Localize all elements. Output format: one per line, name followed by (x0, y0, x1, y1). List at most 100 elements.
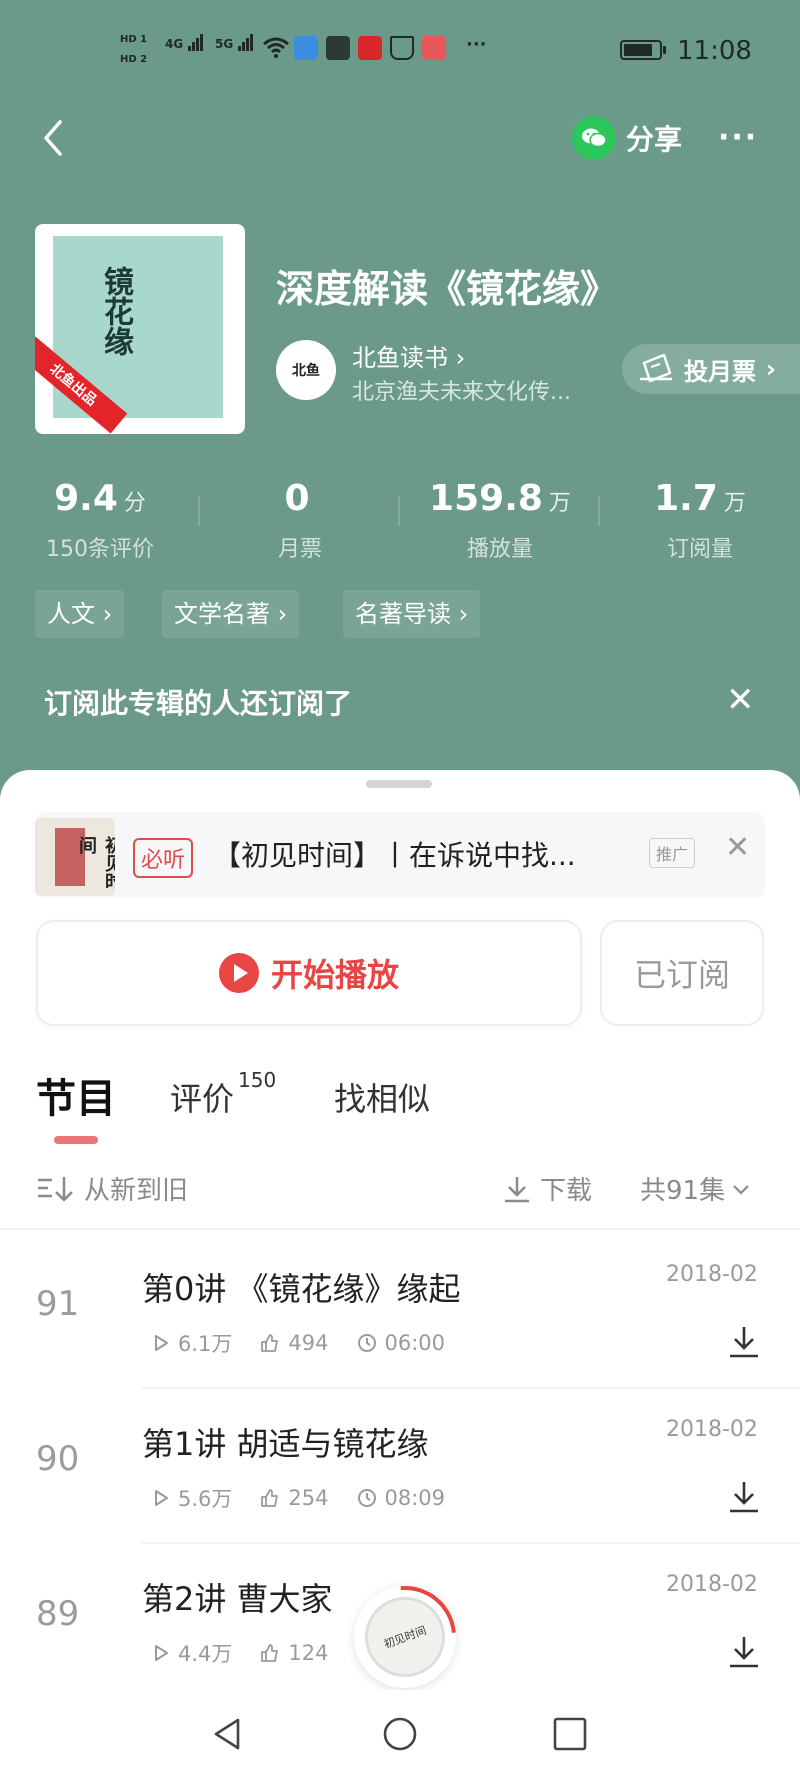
download-icon[interactable] (726, 1324, 762, 1360)
tag-classics-guide[interactable]: 名著导读 › (343, 590, 481, 638)
like-icon (261, 1334, 279, 1352)
clock-icon (357, 1489, 376, 1507)
chevron-down-icon (733, 1184, 749, 1195)
app-notify-icon (326, 36, 350, 60)
must-listen-badge: 必听 (133, 838, 194, 878)
sort-button[interactable]: 从新到旧 (36, 1170, 188, 1207)
close-icon[interactable]: ✕ (726, 680, 755, 720)
vote-ticket-icon (640, 353, 672, 383)
cover-title: 镜花缘 (98, 266, 133, 356)
stat-plays: 159.8 万 播放量 (429, 478, 571, 562)
sort-icon (38, 1176, 73, 1202)
content-tabs: 节目 评价 150 找相似 (36, 1066, 736, 1146)
promo-thumbnail: 初见时间 (35, 818, 115, 896)
episode-index: 91 (36, 1284, 80, 1324)
stat-monthly-ticket[interactable]: 0 月票 (200, 478, 400, 563)
play-count-icon (155, 1335, 168, 1351)
download-icon (505, 1176, 529, 1202)
app-notify-icon (422, 36, 446, 60)
play-count: 4.4万 (152, 1638, 232, 1668)
episode-date: 2018-02 (666, 1262, 758, 1287)
episode-row[interactable]: 90 第1讲 胡适与镜花缘 2018-02 5.6万 254 08:09 (0, 1387, 800, 1542)
hd-indicator: HD 1 HD 2 (120, 34, 148, 65)
like-count: 494 (260, 1328, 329, 1358)
like-count: 254 (260, 1483, 329, 1513)
promo-banner[interactable]: 初见时间 必听 【初见时间】丨在诉说中找... 推广 ✕ (35, 812, 765, 898)
nav-home-icon[interactable] (380, 1714, 420, 1754)
active-tab-indicator (54, 1136, 98, 1144)
episode-meta: 4.4万 124 (152, 1638, 329, 1668)
system-navigation-bar (0, 1690, 800, 1778)
download-icon[interactable] (726, 1479, 762, 1515)
episode-count-selector[interactable]: 共91集 (640, 1170, 751, 1207)
play-count-icon (155, 1490, 168, 1506)
floating-mini-player[interactable]: 初见时间 (333, 1565, 477, 1709)
episode-row[interactable]: 91 第0讲 《镜花缘》缘起 2018-02 6.1万 494 06:00 (0, 1232, 800, 1387)
cart-icon (390, 36, 414, 60)
signal-5g-icon: 5G (215, 34, 254, 51)
stat-rating[interactable]: 9.4 分 150条评价 (0, 478, 200, 563)
wifi-icon (263, 37, 289, 58)
album-title: 深度解读《镜花缘》 (276, 267, 619, 311)
divider (0, 1228, 800, 1230)
more-notifications-icon: ··· (466, 34, 487, 55)
back-icon[interactable] (38, 118, 68, 158)
review-count: 150 (238, 1068, 277, 1092)
album-header: HD 1 HD 2 4G 5G ··· 11:08 分享 ··· 镜花缘 北鱼出… (0, 0, 800, 800)
episode-index: 89 (36, 1594, 80, 1634)
duration: 08:09 (357, 1483, 445, 1513)
play-count: 5.6万 (152, 1483, 232, 1513)
vote-monthly-ticket-button[interactable]: 投月票 › (622, 344, 800, 394)
subscribed-button[interactable]: 已订阅 (600, 920, 764, 1026)
author-avatar[interactable]: 北鱼 (276, 340, 336, 400)
like-icon (261, 1644, 279, 1662)
more-icon[interactable]: ··· (718, 120, 758, 155)
battery-icon (620, 40, 666, 60)
recommendation-title: 订阅此专辑的人还订阅了 (44, 687, 353, 720)
episode-toolbar: 从新到旧 下载 共91集 (36, 1170, 764, 1210)
promoted-label: 推广 (649, 838, 696, 868)
episode-title: 第2讲 曹大家 (142, 1580, 333, 1618)
start-play-button[interactable]: 开始播放 (36, 920, 582, 1026)
clock-icon (357, 1334, 376, 1352)
download-icon[interactable] (726, 1634, 762, 1670)
notification-app-icons (294, 36, 446, 60)
clock-time: 11:08 (677, 36, 752, 66)
tab-reviews[interactable]: 评价 150 (170, 1068, 276, 1120)
nav-back-icon[interactable] (208, 1714, 248, 1754)
tab-find-similar[interactable]: 找相似 (334, 1074, 430, 1120)
episode-meta: 6.1万 494 06:00 (152, 1328, 445, 1358)
app-notify-icon (358, 36, 382, 60)
author-avatar-text: 北鱼 (292, 363, 320, 379)
author-chevron-icon: › (455, 344, 466, 372)
signal-4g-icon: 4G (165, 34, 204, 51)
episode-index: 90 (36, 1439, 80, 1479)
play-icon (218, 953, 259, 993)
nav-recent-icon[interactable] (550, 1714, 590, 1754)
episode-title: 第1讲 胡适与镜花缘 (142, 1425, 429, 1463)
duration: 06:00 (357, 1328, 445, 1358)
episode-meta: 5.6万 254 08:09 (152, 1483, 445, 1513)
episode-date: 2018-02 (666, 1572, 758, 1597)
wechat-icon (572, 116, 616, 160)
play-count-icon (155, 1645, 168, 1661)
promo-text: 【初见时间】丨在诉说中找... (213, 839, 576, 872)
vote-chevron-icon: › (766, 355, 776, 383)
share-label: 分享 (626, 123, 683, 156)
download-all-button[interactable]: 下载 (502, 1170, 592, 1207)
like-count: 124 (260, 1638, 329, 1668)
sheet-drag-handle[interactable] (366, 780, 432, 788)
like-icon (261, 1489, 279, 1507)
album-cover[interactable]: 镜花缘 北鱼出品 (35, 224, 245, 434)
close-icon[interactable]: ✕ (725, 830, 750, 865)
tab-episodes[interactable]: 节目 (36, 1066, 116, 1124)
episode-date: 2018-02 (666, 1417, 758, 1442)
play-count: 6.1万 (152, 1328, 232, 1358)
tag-literary-classics[interactable]: 文学名著 › (162, 590, 300, 638)
share-button[interactable]: 分享 (572, 116, 682, 160)
tag-humanities[interactable]: 人文 › (35, 590, 125, 638)
app-notify-icon (294, 36, 318, 60)
author-organization: 北京渔夫未来文化传... (352, 380, 571, 405)
stat-subscriptions: 1.7 万 订阅量 (654, 478, 746, 562)
author-name[interactable]: 北鱼读书 › (352, 338, 465, 373)
